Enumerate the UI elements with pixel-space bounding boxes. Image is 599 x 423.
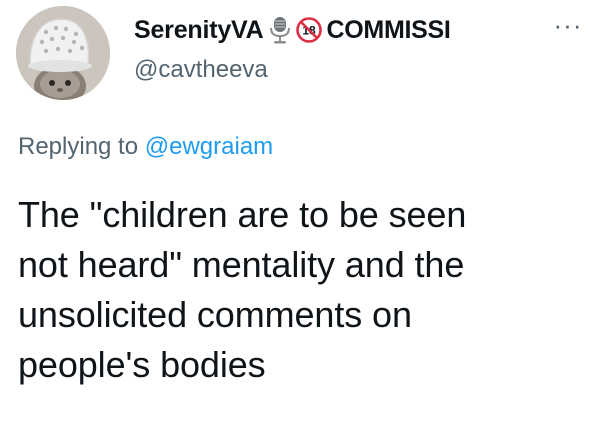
tweet-body-line: unsolicited comments on [18,294,412,335]
author-name-suffix[interactable]: COMMISSI [327,16,451,45]
no-one-under-eighteen-icon: 18 [295,17,322,43]
tweet-body: The "children are to be seen not heard" … [18,190,588,390]
tweet-body-line: not heard" mentality and the [18,244,465,285]
tweet-card: SerenityVA 18 COMMISSI @cavtheeva ··· [0,0,599,423]
tweet-body-line: The "children are to be seen [18,194,467,235]
studio-microphone-icon [269,16,291,44]
author-display-name[interactable]: SerenityVA [134,16,264,45]
reply-mention-link[interactable]: @ewgraiam [145,133,273,160]
author-handle[interactable]: @cavtheeva [134,56,268,84]
avatar[interactable] [16,6,110,100]
reply-context: Replying to @ewgraiam [18,133,273,161]
tweet-body-line: people's bodies [18,344,266,385]
author-name-row[interactable]: SerenityVA 18 COMMISSI [134,14,524,46]
more-dots-icon: ··· [553,10,583,40]
more-options-button[interactable]: ··· [548,12,588,44]
avatar-cat-with-croc-hat-image [16,6,110,100]
reply-context-prefix: Replying to [18,133,139,160]
